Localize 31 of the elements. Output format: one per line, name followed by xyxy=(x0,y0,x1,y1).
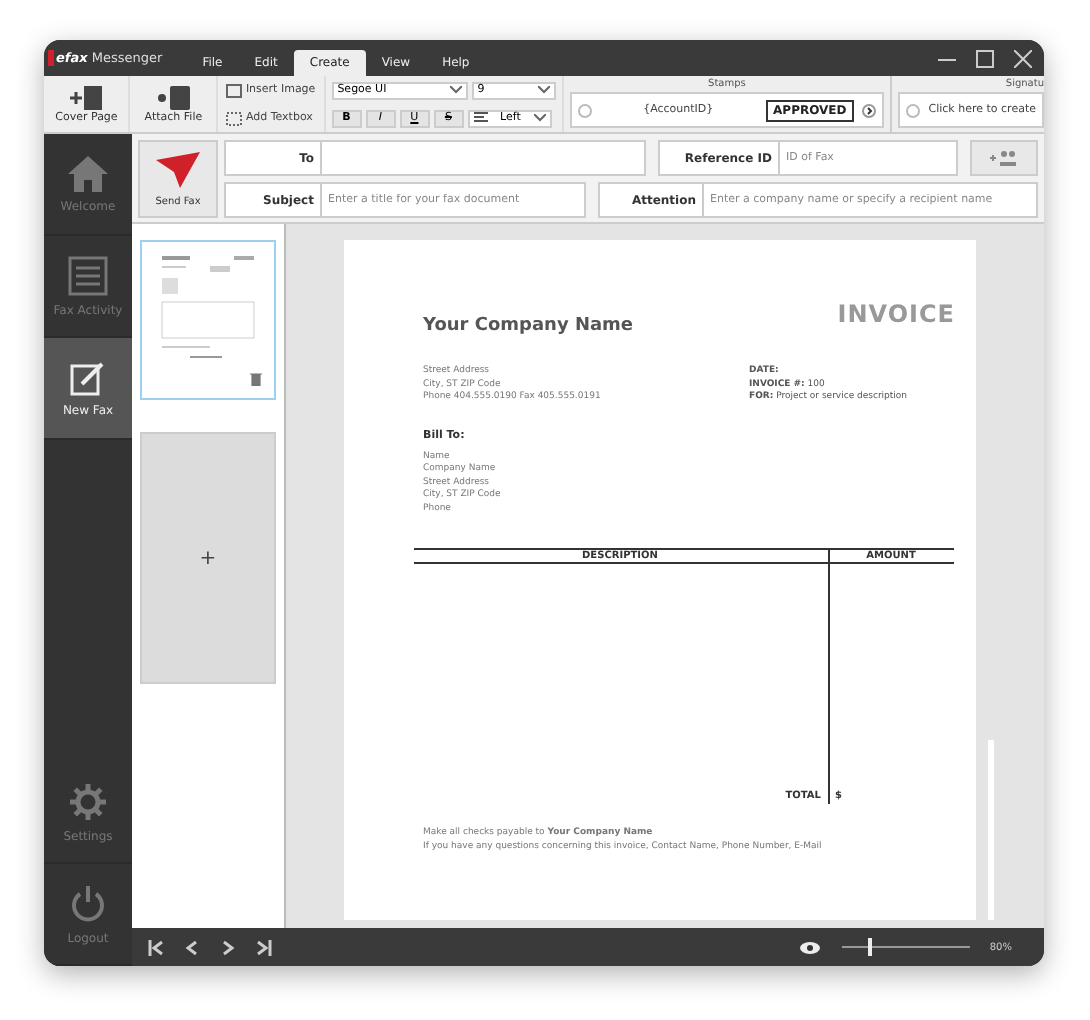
list-icon xyxy=(68,255,108,295)
previous-page-icon[interactable] xyxy=(184,939,200,955)
image-icon xyxy=(225,83,242,97)
caret-icon xyxy=(537,86,550,94)
invoice-title: INVOICE xyxy=(837,300,955,328)
paper-plane-icon xyxy=(156,151,200,187)
add-page-icon xyxy=(68,84,105,112)
to-field[interactable] xyxy=(320,140,646,176)
settings-icon xyxy=(68,781,108,821)
contacts-button[interactable] xyxy=(970,140,1038,176)
power-icon xyxy=(68,883,108,923)
eye-icon xyxy=(797,939,822,955)
caret-icon xyxy=(449,86,462,94)
page-thumbnail[interactable] xyxy=(140,240,276,400)
caret-icon xyxy=(533,114,546,122)
textbox-icon xyxy=(225,111,242,125)
add-page-button[interactable]: + xyxy=(140,432,276,684)
attach-file-icon xyxy=(155,84,192,112)
align-icon xyxy=(473,112,488,124)
contacts-icon xyxy=(988,150,1020,166)
trash-icon[interactable] xyxy=(250,372,262,386)
scroll-right-icon[interactable] xyxy=(862,103,877,117)
next-page-icon[interactable] xyxy=(220,939,236,955)
home-icon xyxy=(68,155,108,191)
last-page-icon[interactable] xyxy=(256,939,272,955)
maximize-icon[interactable] xyxy=(976,49,994,67)
page-preview-drawing xyxy=(158,250,258,362)
close-icon[interactable] xyxy=(1014,49,1032,67)
edit-icon xyxy=(70,359,106,395)
company-name: Your Company Name xyxy=(423,316,634,336)
first-page-icon[interactable] xyxy=(148,939,164,955)
